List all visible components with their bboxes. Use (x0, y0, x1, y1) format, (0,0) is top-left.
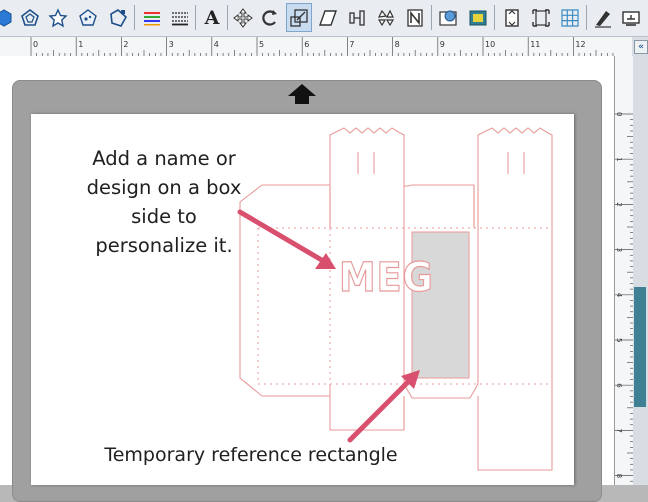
callout-reference-rectangle-text: Temporary reference rectangle (104, 444, 398, 466)
callout-personalize-text: Add a name or design on a box side to pe… (86, 147, 242, 257)
temporary-reference-rectangle[interactable] (411, 231, 470, 379)
monogram-text[interactable]: MEG (338, 254, 434, 301)
callout-arrow-top (237, 209, 336, 269)
feed-direction-arrow (288, 84, 316, 104)
